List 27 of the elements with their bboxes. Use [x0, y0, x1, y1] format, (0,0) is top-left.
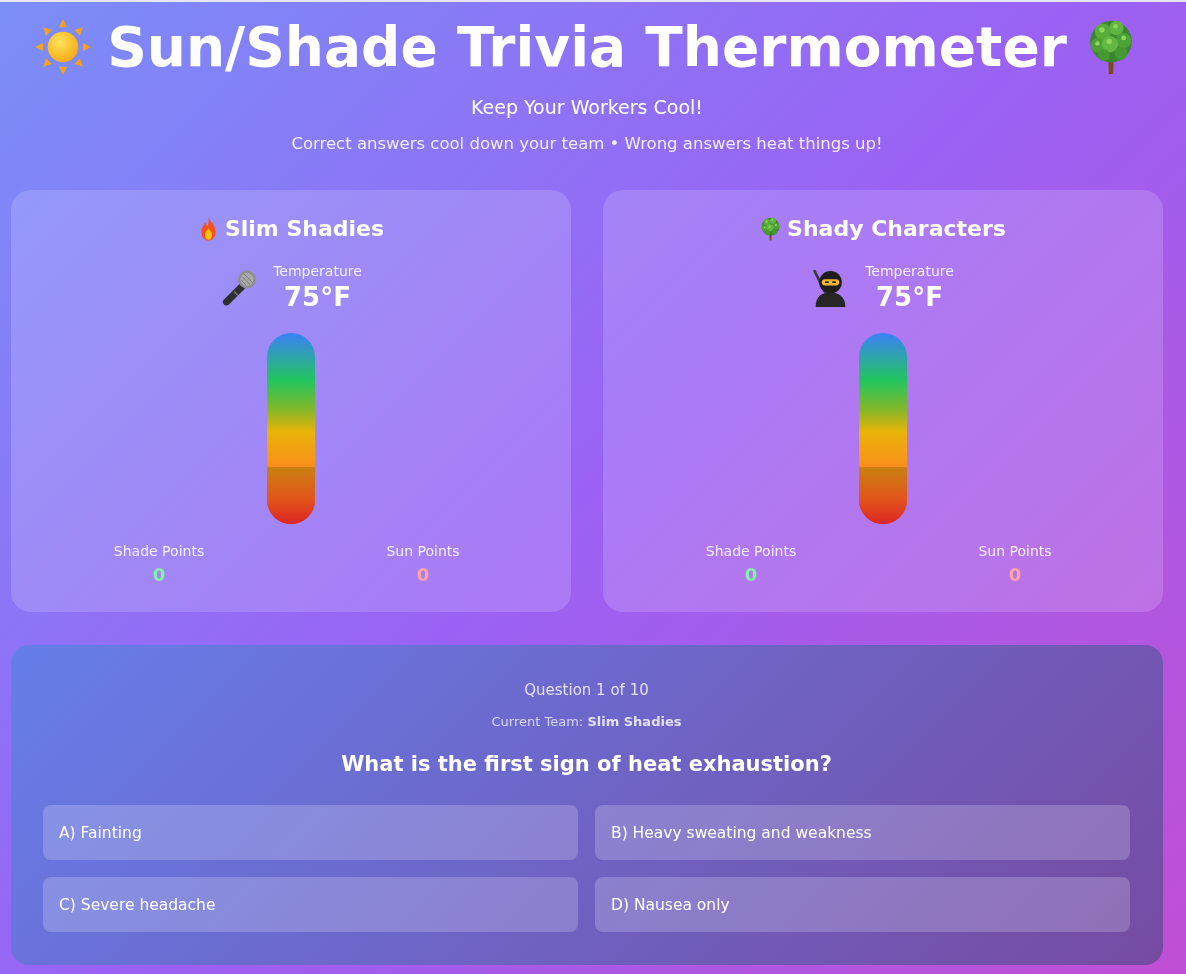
team-name: Slim Shadies — [224, 215, 385, 243]
temperature-reading: 75°F — [284, 281, 351, 314]
subtitle: Keep Your Workers Cool! — [471, 95, 703, 120]
shade-points-value: 0 — [744, 564, 758, 586]
page-title: Sun/Shade Trivia Thermometer — [107, 14, 1067, 81]
question-text: What is the first sign of heat exhaustion? — [341, 751, 832, 778]
sun-points-label: Sun Points — [978, 542, 1052, 560]
temperature-label: Temperature — [865, 262, 954, 280]
question-counter: Question 1 of 10 — [524, 680, 649, 701]
tagline: Correct answers cool down your team • Wrong answers heat things up! — [291, 133, 883, 155]
temperature-label: Temperature — [273, 262, 362, 280]
sun-points-value: 0 — [416, 564, 430, 586]
answer-button[interactable]: D) Nausea only — [595, 877, 1130, 932]
team-name: Shady Characters — [787, 215, 1006, 243]
answer-button[interactable]: B) Heavy sweating and weakness — [595, 805, 1130, 860]
sun-points-label: Sun Points — [386, 542, 460, 560]
shade-points-label: Shade Points — [705, 542, 797, 560]
answer-button[interactable]: C) Severe headache — [43, 877, 578, 932]
current-team: Current Team: Slim Shadies — [491, 713, 682, 731]
temperature-reading: 75°F — [876, 281, 943, 314]
tree-icon — [760, 217, 782, 241]
sun-icon — [35, 19, 92, 75]
answer-button[interactable]: A) Fainting — [43, 805, 578, 860]
shade-points-label: Shade Points — [113, 542, 205, 560]
shade-points-value: 0 — [152, 564, 166, 586]
sun-points-value: 0 — [1008, 564, 1022, 586]
microphone-icon — [220, 269, 258, 307]
